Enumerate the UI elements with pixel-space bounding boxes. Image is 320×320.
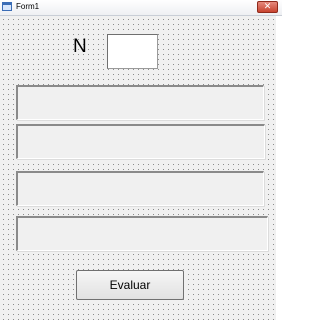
n-label: N xyxy=(73,36,87,57)
form-window-icon xyxy=(2,2,12,11)
result-box-1 xyxy=(16,85,264,120)
title-bar[interactable]: Form1 ✕ xyxy=(0,0,282,16)
form1-window: Form1 ✕ N Evaluar xyxy=(0,0,282,320)
n-input[interactable] xyxy=(107,34,158,69)
evaluate-button-label: Evaluar xyxy=(109,278,151,292)
close-button[interactable]: ✕ xyxy=(257,1,278,13)
close-icon: ✕ xyxy=(263,2,272,12)
result-box-3 xyxy=(16,171,264,206)
window-title: Form1 xyxy=(16,2,40,11)
evaluate-button[interactable]: Evaluar xyxy=(76,270,184,300)
window-right-edge xyxy=(276,16,282,320)
result-box-2 xyxy=(16,124,265,159)
result-box-4 xyxy=(16,216,268,251)
